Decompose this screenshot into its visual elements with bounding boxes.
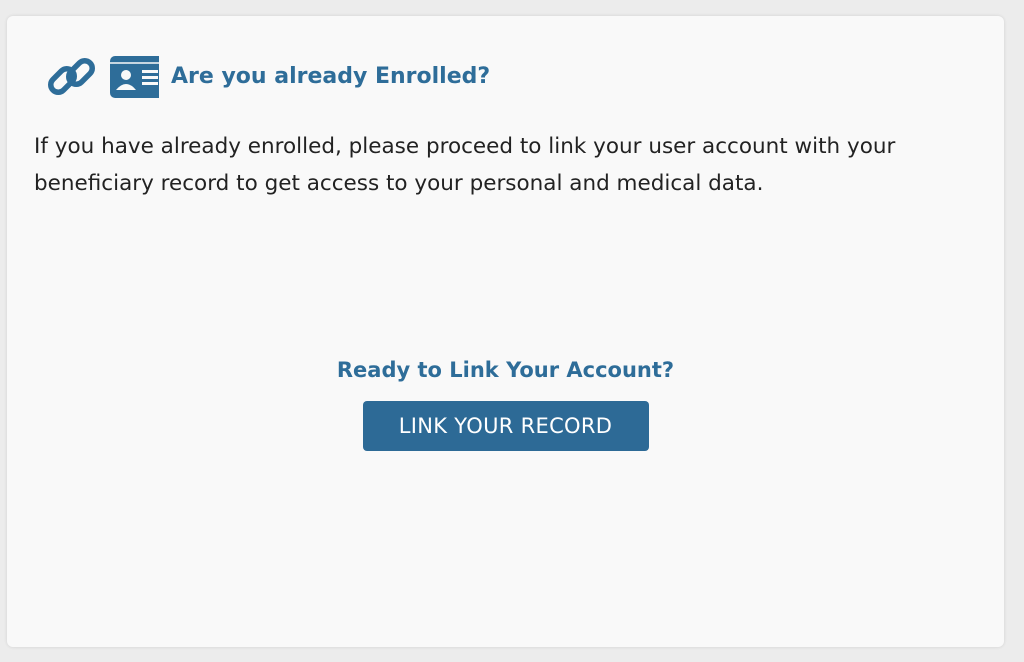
- link-your-record-button[interactable]: LINK YOUR RECORD: [362, 401, 649, 451]
- card-title: Are you already Enrolled?: [171, 63, 491, 89]
- link-id-card-icon: [43, 54, 165, 98]
- link-account-section: Ready to Link Your Account? LINK YOUR RE…: [7, 354, 1004, 451]
- card-header: Are you already Enrolled?: [43, 54, 490, 98]
- enrollment-card: Are you already Enrolled? If you have al…: [7, 16, 1004, 647]
- link-account-heading: Ready to Link Your Account?: [336, 358, 675, 382]
- enrollment-description: If you have already enrolled, please pro…: [34, 134, 896, 196]
